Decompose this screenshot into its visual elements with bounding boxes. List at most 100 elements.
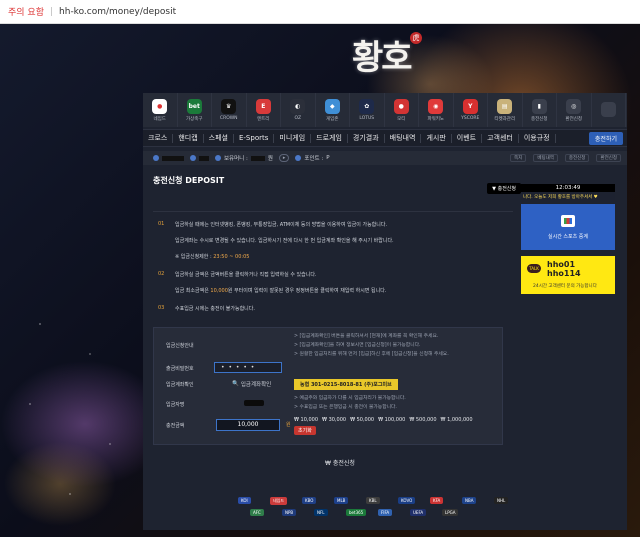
partner-logo: NBA	[462, 497, 477, 504]
game-icon-10[interactable]: Y YSCORE	[454, 93, 488, 127]
menu-item-1[interactable]: 크로스	[143, 133, 174, 143]
tv-icon	[561, 214, 575, 227]
coin-icon	[215, 155, 221, 161]
note-text: 입금하실 때에는 인터넷뱅킹, 폰뱅킹, 무통장입금, ATM이체 등의 방법을…	[175, 222, 388, 228]
account-check-button[interactable]: 🔍 입금계좌확인	[232, 380, 271, 388]
amount-10000-button[interactable]: ₩ 10,000	[294, 417, 318, 423]
game-icon-label: 가상축구	[185, 116, 203, 122]
note-number: 02	[158, 271, 165, 277]
browser-address-bar[interactable]: 주의 요함 | hh-ko.com/money/deposit	[0, 0, 640, 24]
title-divider	[153, 211, 513, 212]
note-text: 입금하실 금액은 금액버튼을 클릭하거나 직접 입력하실 수 있습니다.	[175, 272, 317, 278]
point-value: P	[326, 155, 330, 161]
amount-30000-button[interactable]: ₩ 30,000	[322, 417, 346, 423]
game-icon-label: CROWN	[219, 116, 238, 121]
menu-item-10[interactable]: 이벤트	[452, 133, 483, 143]
game-icon-3[interactable]: ♛ CROWN	[212, 93, 247, 127]
notice-ticker: 나다. 오늘도 저희 황호를 방아주셔서 ♥	[521, 192, 615, 200]
kakao-id-2: hho114	[547, 269, 581, 278]
kakao-subtext: 24시간 고객센터 문의 가능합니다	[533, 284, 597, 289]
menu-item-12[interactable]: 이용규정	[519, 133, 556, 143]
partner-logo: LPGA	[442, 509, 459, 516]
depositor-name-redacted	[244, 400, 264, 406]
menu-item-5[interactable]: 미니게임	[274, 133, 312, 143]
kakao-contact-banner[interactable]: TALK hho01 hho114 24시간 고객센터 문의 가능합니다	[521, 256, 615, 294]
amount-button-group: ₩ 10,000 ₩ 30,000 ₩ 50,000 ₩ 100,000 ₩ 5…	[294, 417, 494, 435]
kakao-id-1: hho01	[547, 260, 576, 269]
search-icon: 🔍	[232, 381, 239, 387]
menu-item-2[interactable]: 핸디캡	[173, 133, 204, 143]
amount-100000-button[interactable]: ₩ 100,000	[378, 417, 405, 423]
main-menu: 크로스 핸디캡 스페셜 E-Sports 미니게임 드로게임 경기결과 배팅내역 게시판 이벤트 고…	[143, 129, 627, 147]
game-icon-13[interactable]: ◎ 환전신청	[557, 93, 592, 127]
url-text[interactable]: hh-ko.com/money/deposit	[59, 7, 176, 17]
game-icon-label: 네임드	[153, 116, 166, 122]
game-icon-2[interactable]: bet 가상축구	[178, 93, 212, 127]
partner-logo: bet365	[346, 509, 367, 516]
menu-item-9[interactable]: 게시판	[421, 133, 452, 143]
partner-logo: UEFA	[410, 509, 427, 516]
note-text-prefix: ※ 입금신청제한 :	[175, 254, 214, 260]
charge-button[interactable]: 충전하기	[588, 131, 623, 145]
submit-deposit-button[interactable]: ₩ 충전신청	[325, 458, 355, 467]
withdraw-password-input[interactable]: • • • • •	[214, 362, 282, 373]
guide-line-1: > [입금계좌확인] 버튼을 클릭하셔서 [현재]에 계좌를 꼭 확인해 주세요…	[294, 334, 439, 339]
menu-item-6[interactable]: 드로게임	[311, 133, 348, 143]
depositor-note-1: > 예금주와 입금자가 다를 시 입금처리가 불가능합니다.	[294, 396, 406, 401]
extra-icon	[600, 101, 616, 117]
user-level	[190, 155, 209, 161]
game-icon-1[interactable]: ● 네임드	[143, 93, 178, 127]
game-icon-14[interactable]	[592, 93, 626, 127]
named-icon: ●	[152, 98, 168, 114]
game-icon-9[interactable]: ◉ 파워키노	[419, 93, 454, 127]
kakao-talk-icon: TALK	[527, 264, 541, 273]
partner-logo: FIFA	[378, 509, 393, 516]
game-icon-11[interactable]: ▤ 티켓과관리	[488, 93, 523, 127]
menu-item-4[interactable]: E-Sports	[234, 133, 275, 143]
security-warning[interactable]: 주의 요함	[8, 5, 44, 18]
game-icon-label: 모티	[397, 116, 406, 122]
guide-line-2: > [입금계좌확인]을 하여 정보시면 [입금신청]이 불가능합니다.	[294, 343, 421, 348]
partner-logo: KBL	[366, 497, 380, 504]
game-icon-8[interactable]: ● 모티	[385, 93, 419, 127]
amount-1000000-button[interactable]: ₩ 1,000,000	[441, 417, 473, 423]
menu-item-8[interactable]: 배팅내역	[385, 133, 422, 143]
menu-item-11[interactable]: 고객센터	[482, 133, 519, 143]
deposit-history-button[interactable]: ▼ 충전신청	[487, 183, 521, 194]
money-label: 보유머니 :	[224, 156, 248, 162]
url-separator: |	[49, 6, 54, 17]
reset-button[interactable]: 초기화	[294, 426, 316, 435]
game-icon-7[interactable]: ✿ LOTUS	[350, 93, 385, 127]
amount-500000-button[interactable]: ₩ 500,000	[409, 417, 436, 423]
powerkeno-icon: ◉	[428, 98, 444, 114]
amount-50000-button[interactable]: ₩ 50,000	[350, 417, 374, 423]
money-unit: 원	[267, 156, 273, 162]
amount-label: 충전금액	[166, 423, 185, 429]
account-check-label: 입금계좌확인	[240, 382, 272, 388]
oz-icon: ◐	[290, 99, 306, 114]
withdraw-request-button[interactable]: 환전신청	[596, 154, 621, 162]
game-icon-4[interactable]: E 엔트리	[247, 93, 281, 127]
amount-unit: 원	[286, 422, 291, 428]
menu-item-3[interactable]: 스페셜	[204, 133, 234, 143]
amount-input[interactable]: 10,000	[216, 419, 280, 431]
right-sidebar: 12:03:49 나다. 오늘도 저희 황호를 방아주셔서 ♥ 실시간 스포츠 …	[521, 184, 615, 294]
game-icon-6[interactable]: ◆ 게임존	[316, 93, 350, 127]
game-icon-12[interactable]: ▮ 충전신청	[523, 93, 557, 127]
bet-history-button[interactable]: 베팅내역	[533, 154, 558, 162]
message-button[interactable]: 쪽지	[510, 154, 527, 162]
crown-icon: ♛	[221, 99, 237, 114]
note-number: 01	[158, 221, 165, 227]
game-icon-bar: ● 네임드 bet 가상축구 ♛ CROWN E 엔트리 ◐ OZ ◆ 게임존 ✿ LOTUS ● 모티 ◉ 파워…	[143, 93, 627, 127]
user-name	[153, 155, 184, 161]
partner-logo: 네임드	[270, 497, 288, 505]
level-icon	[190, 155, 196, 161]
note-number: 03	[158, 305, 165, 311]
money-pill[interactable]: ▸	[278, 154, 290, 162]
deposit-request-button[interactable]: 충전신청	[564, 154, 590, 162]
live-sports-banner[interactable]: 실시간 스포츠 중계	[521, 204, 615, 250]
game-icon-5[interactable]: ◐ OZ	[281, 93, 316, 127]
note-text: 수표입금 시에는 충전이 불가능합니다.	[175, 306, 255, 312]
site-logo[interactable]: 황호 虎	[352, 30, 422, 82]
menu-item-7[interactable]: 경기결과	[348, 133, 385, 143]
